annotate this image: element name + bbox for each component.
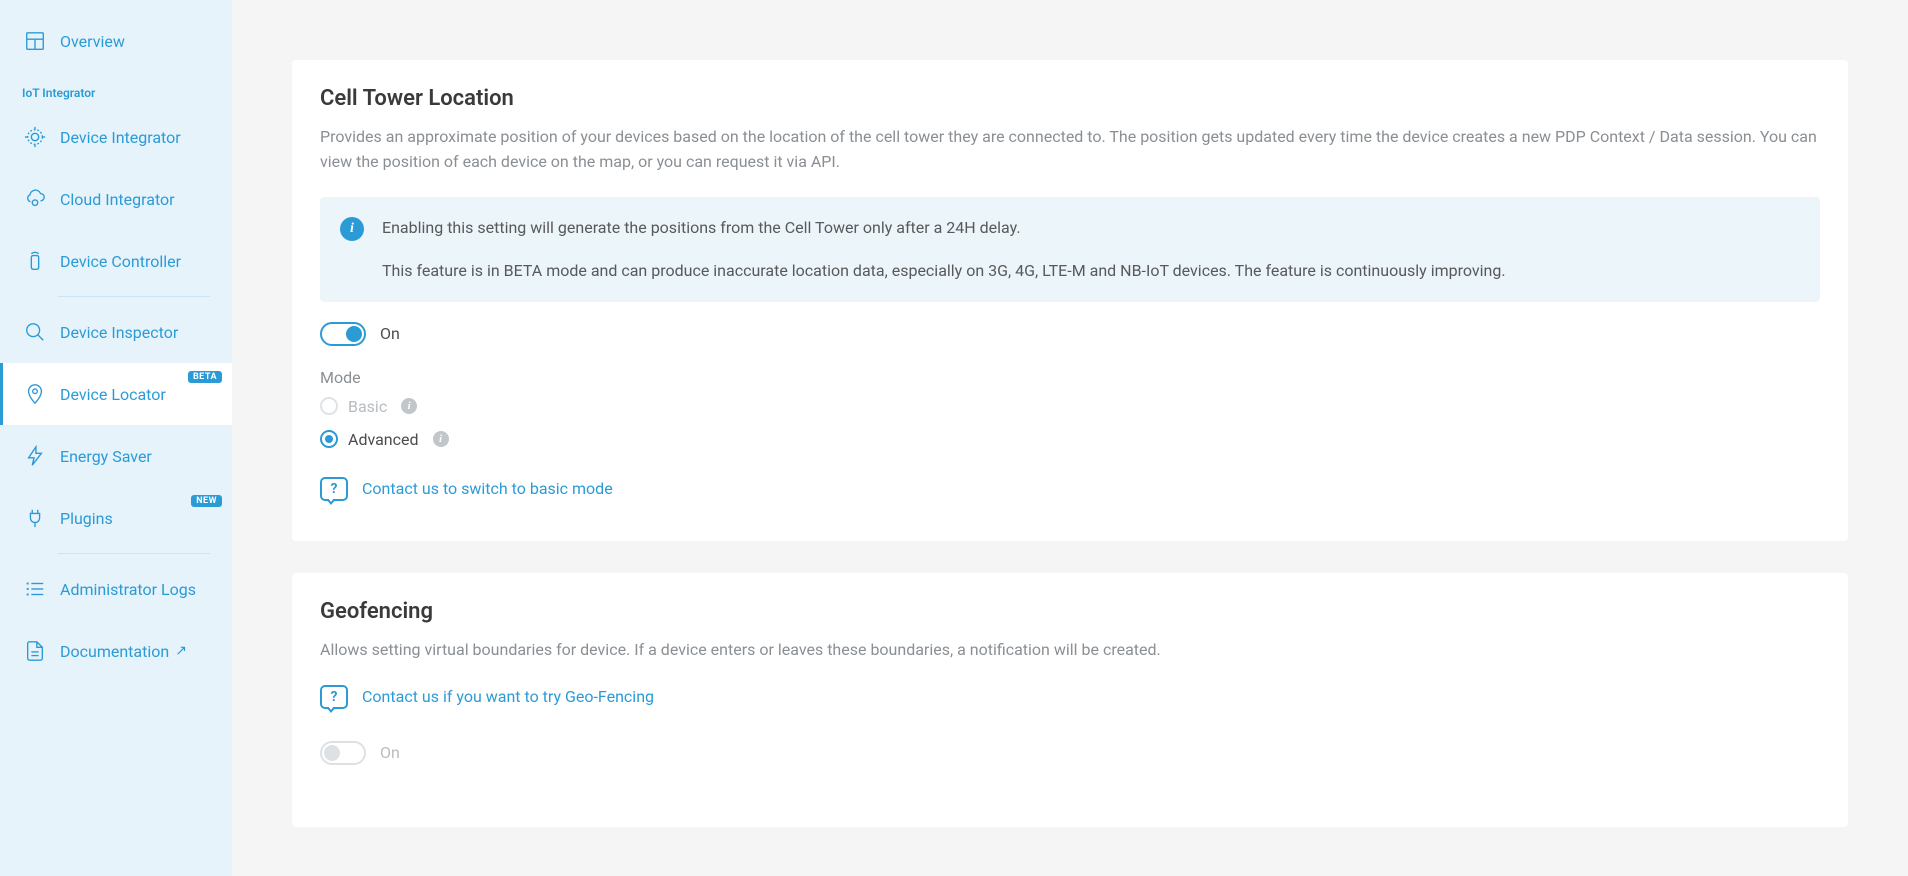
mode-radio-group: Basic i Advanced i [320, 397, 1820, 449]
sidebar-item-label: Administrator Logs [60, 580, 196, 599]
sidebar-item-label: Documentation [60, 642, 169, 661]
contact-geofencing-link[interactable]: ? Contact us if you want to try Geo-Fenc… [320, 685, 1820, 709]
cell-tower-toggle-label: On [380, 324, 400, 343]
remote-icon [24, 250, 46, 272]
radio-icon [320, 397, 338, 415]
cell-tower-title: Cell Tower Location [320, 86, 1820, 111]
search-icon [24, 321, 46, 343]
info-icon: i [340, 217, 364, 241]
sidebar-item-label: Cloud Integrator [60, 190, 175, 209]
cell-tower-toggle[interactable] [320, 322, 366, 346]
cloud-gear-icon [24, 188, 46, 210]
info-line-1: Enabling this setting will generate the … [382, 215, 1506, 241]
sidebar-item-device-integrator[interactable]: Device Integrator [0, 106, 232, 168]
sidebar-item-label: Device Inspector [60, 323, 178, 342]
radio-label: Advanced [348, 430, 419, 449]
mode-radio-basic[interactable]: Basic i [320, 397, 1820, 416]
contact-basic-mode-link[interactable]: ? Contact us to switch to basic mode [320, 477, 1820, 501]
geofencing-description: Allows setting virtual boundaries for de… [320, 638, 1820, 663]
mode-radio-advanced[interactable]: Advanced i [320, 430, 1820, 449]
document-icon [24, 640, 46, 662]
radio-label: Basic [348, 397, 387, 416]
pin-icon [24, 383, 46, 405]
sidebar: Overview IoT Integrator Device Integrato… [0, 0, 232, 876]
geofencing-toggle-label: On [380, 743, 400, 762]
sidebar-item-device-controller[interactable]: Device Controller [0, 230, 232, 292]
radio-icon [320, 430, 338, 448]
sidebar-item-plugins[interactable]: Plugins NEW [0, 487, 232, 549]
chat-question-icon: ? [320, 685, 348, 709]
sidebar-item-label: Plugins [60, 509, 113, 528]
chip-icon [24, 126, 46, 148]
info-line-2: This feature is in BETA mode and can pro… [382, 258, 1506, 284]
grid-icon [24, 30, 46, 52]
sidebar-item-label: Overview [60, 32, 125, 51]
bolt-icon [24, 445, 46, 467]
cell-tower-toggle-row: On [320, 322, 1820, 346]
sidebar-item-label: Energy Saver [60, 447, 152, 466]
main-content: Cell Tower Location Provides an approxim… [232, 0, 1908, 876]
sidebar-item-overview[interactable]: Overview [0, 10, 232, 72]
sidebar-item-device-locator[interactable]: Device Locator BETA [0, 363, 232, 425]
sidebar-item-device-inspector[interactable]: Device Inspector [0, 301, 232, 363]
divider [58, 296, 210, 297]
sidebar-item-admin-logs[interactable]: Administrator Logs [0, 558, 232, 620]
sidebar-item-label: Device Integrator [60, 128, 181, 147]
link-text: Contact us if you want to try Geo-Fencin… [362, 687, 654, 706]
info-text: Enabling this setting will generate the … [382, 215, 1506, 284]
geofencing-card: Geofencing Allows setting virtual bounda… [292, 573, 1848, 827]
cell-tower-description: Provides an approximate position of your… [320, 125, 1820, 175]
link-text: Contact us to switch to basic mode [362, 479, 613, 498]
divider [58, 553, 210, 554]
list-icon [24, 578, 46, 600]
sidebar-item-documentation[interactable]: Documentation ↗ [0, 620, 232, 682]
geofencing-toggle-row: On [320, 741, 1820, 765]
chat-question-icon: ? [320, 477, 348, 501]
info-tooltip-icon[interactable]: i [401, 398, 417, 414]
sidebar-section-label: IoT Integrator [0, 72, 232, 106]
mode-label: Mode [320, 368, 1820, 387]
plug-icon [24, 507, 46, 529]
external-link-icon: ↗ [175, 643, 187, 659]
sidebar-item-label: Device Locator [60, 385, 166, 404]
beta-badge: BETA [188, 371, 222, 383]
info-box: i Enabling this setting will generate th… [320, 197, 1820, 302]
info-tooltip-icon[interactable]: i [433, 431, 449, 447]
geofencing-title: Geofencing [320, 599, 1820, 624]
geofencing-toggle[interactable] [320, 741, 366, 765]
sidebar-item-cloud-integrator[interactable]: Cloud Integrator [0, 168, 232, 230]
sidebar-item-energy-saver[interactable]: Energy Saver [0, 425, 232, 487]
sidebar-item-label: Device Controller [60, 252, 181, 271]
new-badge: NEW [191, 495, 222, 507]
cell-tower-card: Cell Tower Location Provides an approxim… [292, 60, 1848, 541]
